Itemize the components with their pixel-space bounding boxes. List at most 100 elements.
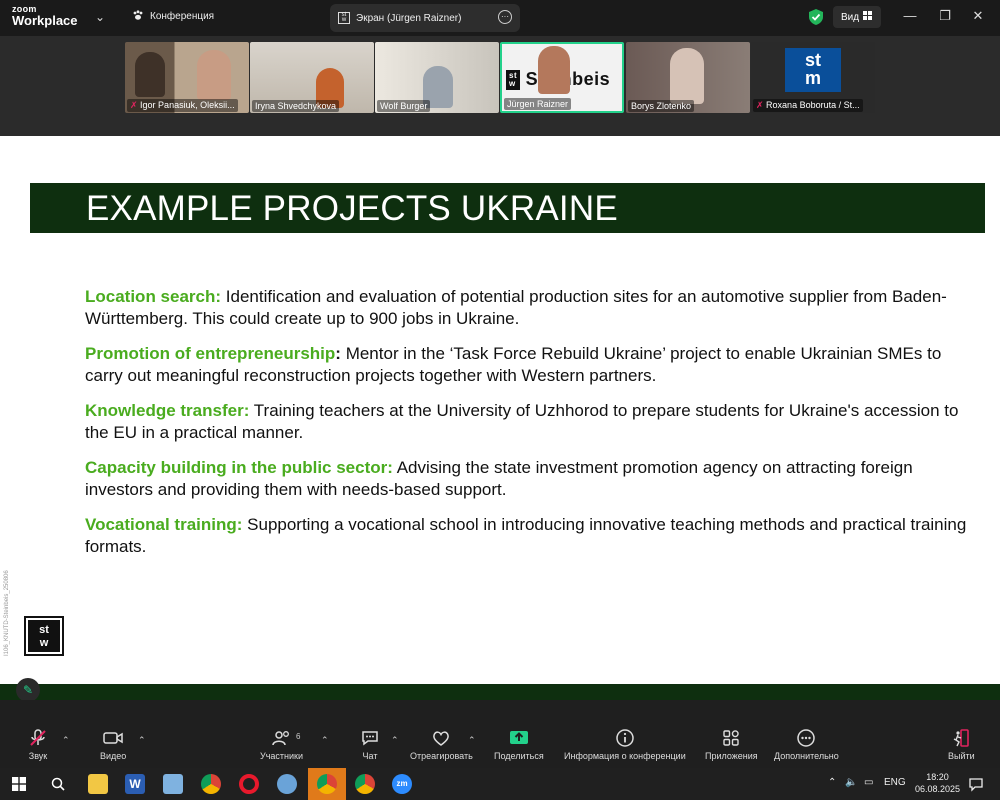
leave-button[interactable]: Выйти [948, 728, 975, 761]
participant-tile[interactable]: Wolf Burger [375, 42, 499, 113]
search-icon[interactable] [50, 776, 66, 797]
share-screen-button[interactable]: Поделиться [494, 728, 544, 761]
item-heading: Promotion of entrepreneurship [85, 344, 336, 363]
participant-tile[interactable]: st m ✗ Roxana Boboruta / St... [751, 42, 875, 113]
audio-button[interactable]: Звук [28, 728, 48, 761]
grid-icon [863, 11, 873, 23]
shield-icon[interactable] [808, 8, 824, 31]
app-icon[interactable] [277, 774, 297, 794]
meeting-info-button[interactable]: Информация о конференции [564, 728, 686, 761]
meeting-toolbar: Звук ⌃ Видео ⌃ Участники 6 ⌃ Чат ⌃ Отреа… [0, 700, 1000, 768]
more-button[interactable]: Дополнительно [774, 728, 839, 761]
video-feed [670, 48, 704, 104]
file-explorer-icon[interactable] [88, 774, 108, 794]
clock-time: 18:20 [926, 772, 949, 782]
chat-label: Чат [362, 751, 378, 761]
tab-screen[interactable]: st w Экран (Jürgen Raizner) ··· [330, 4, 520, 32]
participant-name-text: Igor Panasiuk, Oleksii... [140, 100, 235, 110]
minimize-icon[interactable]: — [900, 8, 920, 23]
participants-options-chevron-icon[interactable]: ⌃ [321, 735, 329, 746]
clock-date: 06.08.2025 [915, 784, 961, 794]
list-item: Knowledge transfer: Training teachers at… [85, 400, 975, 444]
video-feed [197, 50, 231, 100]
video-feed [538, 46, 570, 94]
stm-logo-bottom: m [804, 68, 821, 88]
participant-name: Borys Zlotenko [628, 100, 695, 112]
mic-muted-icon: ✗ [130, 100, 141, 110]
apps-button[interactable]: Приложения [705, 728, 758, 761]
tray-chevron-up-icon[interactable]: ⌃ [828, 777, 836, 788]
mic-muted-icon [30, 729, 46, 746]
item-heading: Capacity building in the public sector: [85, 458, 393, 477]
video-label: Видео [100, 751, 127, 761]
zoom-taskbar-icon[interactable]: zm [392, 774, 412, 794]
participant-video-strip: ✗ Igor Panasiuk, Oleksii... Iryna Shvedc… [0, 36, 1000, 136]
participant-name-text: Jürgen Raizner [507, 99, 569, 109]
keyboard-language[interactable]: ENG [884, 777, 906, 788]
participant-tile[interactable]: Iryna Shvedchykova [250, 42, 374, 113]
mic-muted-icon: ✗ [756, 100, 767, 110]
view-button[interactable]: Вид [833, 6, 881, 28]
close-icon[interactable]: ✕ [968, 8, 988, 24]
participants-count: 6 [296, 732, 301, 741]
participant-name: ✗ Roxana Boboruta / St... [753, 99, 863, 112]
participant-tile[interactable]: Borys Zlotenko [626, 42, 750, 113]
list-item: Location search: Identification and eval… [85, 286, 975, 330]
word-icon[interactable]: W [125, 774, 145, 794]
participant-tile-active-speaker[interactable]: stw Steinbeis Jürgen Raizner [500, 42, 624, 113]
shared-screen-slide: EXAMPLE PROJECTS UKRAINE Location search… [0, 136, 1000, 702]
react-label: Отреагировать [410, 751, 473, 761]
stm-logo: st m [785, 48, 841, 92]
video-camera-icon [103, 732, 123, 744]
opera-icon[interactable] [239, 774, 259, 794]
chat-button[interactable]: Чат [360, 728, 380, 761]
item-heading: Vocational training: [85, 515, 243, 534]
share-arrow-icon [509, 731, 528, 744]
chrome-icon[interactable] [355, 774, 375, 794]
notifications-icon[interactable] [968, 776, 984, 797]
restore-icon[interactable]: ❐ [935, 8, 955, 24]
taskbar-clock[interactable]: 18:20 06.08.2025 [915, 771, 960, 795]
more-icon [797, 729, 816, 747]
zoom-logo[interactable]: zoom Workplace [12, 5, 78, 28]
video-options-chevron-icon[interactable]: ⌃ [138, 735, 146, 746]
participant-name-text: Wolf Burger [380, 101, 428, 111]
speaker-icon[interactable]: 🔈 [845, 777, 857, 788]
steinbeis-logo: st w [24, 616, 64, 656]
tab-conference[interactable]: Конференция [132, 9, 214, 24]
list-item: Promotion of entrepreneurship: Mentor in… [85, 343, 975, 387]
react-options-chevron-icon[interactable]: ⌃ [468, 735, 476, 746]
participant-tile[interactable]: ✗ Igor Panasiuk, Oleksii... [125, 42, 249, 113]
share-label: Поделиться [494, 751, 544, 761]
logo-line2: Workplace [12, 13, 78, 28]
chat-options-chevron-icon[interactable]: ⌃ [391, 735, 399, 746]
participant-name-text: Borys Zlotenko [631, 101, 692, 111]
apps-icon [723, 730, 740, 746]
paw-icon [132, 9, 144, 24]
heart-icon [433, 731, 450, 746]
chevron-down-icon[interactable]: ⌄ [95, 10, 105, 24]
chrome-icon[interactable] [317, 774, 337, 794]
meeting-info-label: Информация о конференции [564, 751, 686, 761]
list-item: Vocational training: Supporting a vocati… [85, 514, 975, 558]
audio-options-chevron-icon[interactable]: ⌃ [62, 735, 70, 746]
participant-name-text: Roxana Boboruta / St... [766, 100, 860, 110]
leave-icon [954, 729, 970, 747]
steinbeis-mark: st w [506, 70, 521, 91]
slide-title-banner: EXAMPLE PROJECTS UKRAINE [30, 183, 985, 233]
annotate-pen-icon[interactable]: ✎ [16, 678, 40, 702]
participant-name: Wolf Burger [377, 100, 431, 112]
react-button[interactable]: Отреагировать [410, 728, 473, 761]
steinbeis-logo-mark: st w [28, 620, 60, 652]
tab-conference-label: Конференция [150, 11, 215, 22]
chat-icon [362, 731, 378, 746]
chrome-icon[interactable] [201, 774, 221, 794]
item-heading: Location search: [85, 287, 222, 306]
slide-side-text: I106_KNUTD-Steinbeis_250806 [4, 570, 10, 656]
view-label: Вид [840, 11, 860, 23]
more-options-icon[interactable]: ··· [498, 10, 512, 24]
notepad-icon[interactable] [163, 774, 183, 794]
windows-start-icon[interactable] [12, 777, 26, 796]
video-button[interactable]: Видео [100, 728, 126, 761]
network-icon[interactable]: ▭ [864, 777, 873, 788]
